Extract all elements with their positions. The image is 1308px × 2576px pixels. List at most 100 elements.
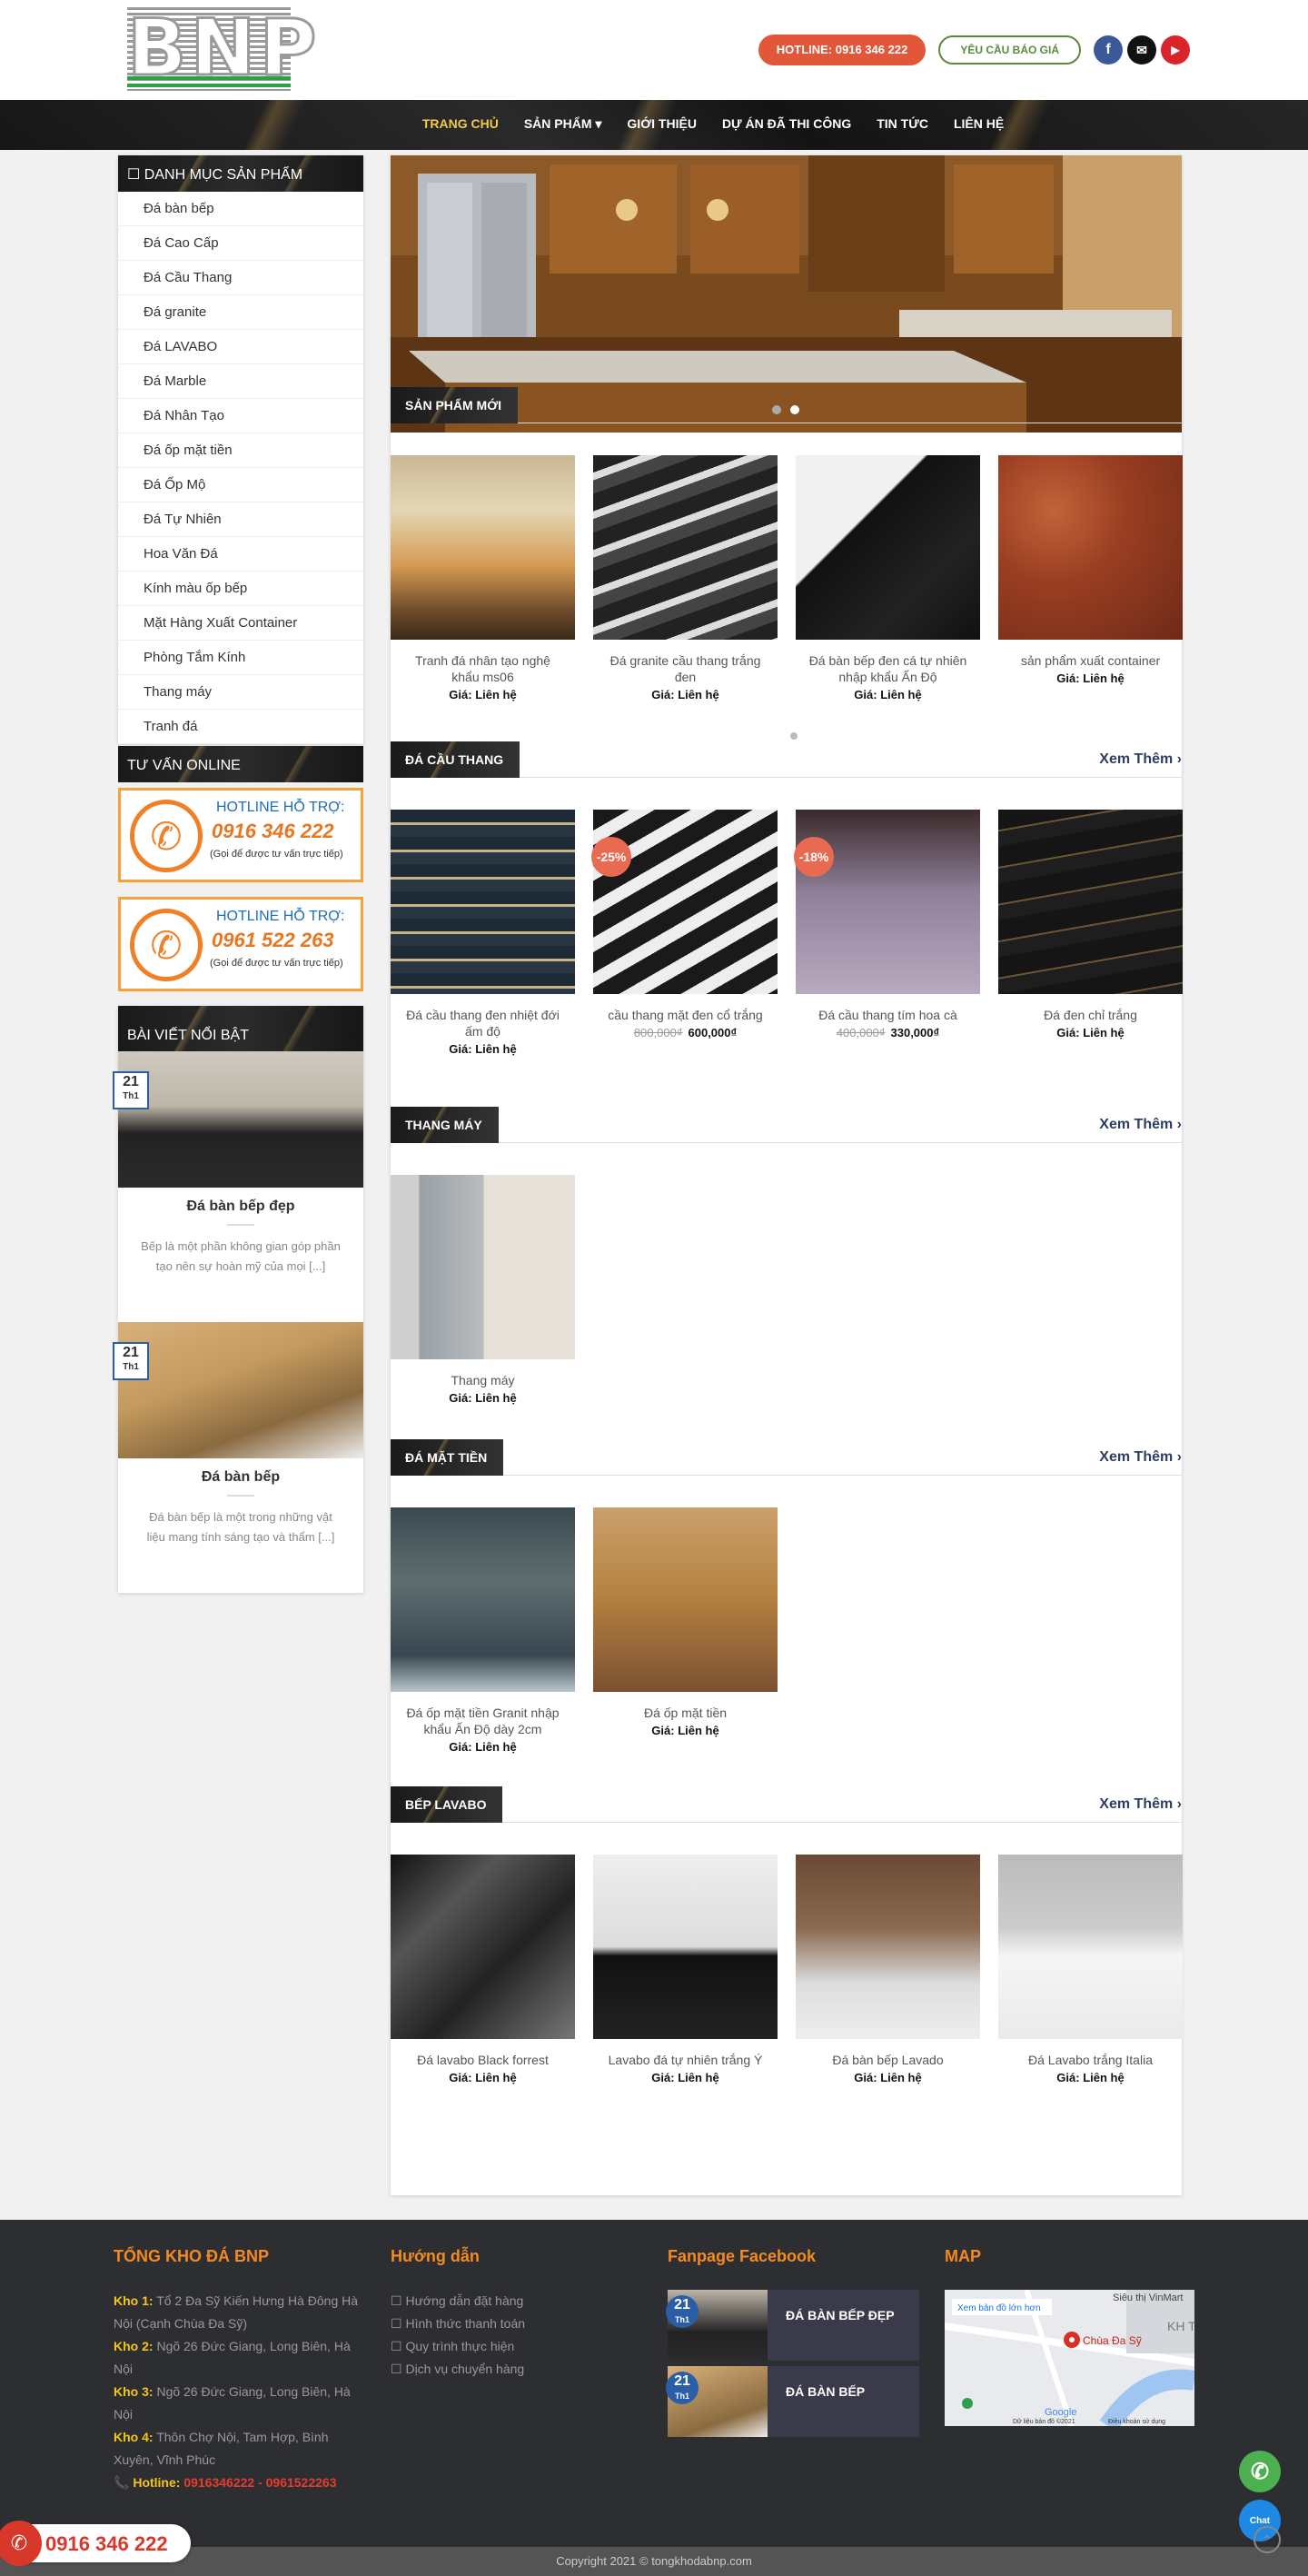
product-name[interactable]: Đá bàn bếp Lavado <box>796 2052 980 2068</box>
category-item[interactable]: Đá Ốp Mộ <box>118 468 363 502</box>
guide-link[interactable]: ☐ Quy trình thực hiện <box>391 2335 627 2358</box>
product-name[interactable]: Đá lavabo Black forrest <box>391 2052 575 2068</box>
facebook-icon[interactable]: f <box>1094 35 1123 65</box>
nav-about[interactable]: GIỚI THIỆU <box>627 116 697 132</box>
product-name[interactable]: Đá đen chỉ trắng <box>998 1007 1183 1023</box>
back-to-top-icon[interactable]: ⌃ <box>1254 2526 1281 2553</box>
featured-post[interactable]: 21 Th1 Đá bàn bếp Đá bàn bếp là một trong n… <box>113 1322 363 1593</box>
product-card[interactable]: Đá Lavabo trắng Italia Giá: Liên hệ <box>998 1855 1183 2084</box>
category-item[interactable]: Thang máy <box>118 675 363 710</box>
product-image[interactable] <box>391 1507 575 1692</box>
category-item[interactable]: Đá LAVABO <box>118 330 363 364</box>
post-image[interactable] <box>118 1051 363 1188</box>
youtube-icon[interactable]: ▶ <box>1161 35 1190 65</box>
product-name[interactable]: Thang máy <box>391 1372 575 1388</box>
product-price: Giá: Liên hệ <box>449 1740 517 1754</box>
product-card[interactable]: Đá cầu thang đen nhiệt đới ấm độ Giá: Liê… <box>391 810 575 1056</box>
category-item[interactable]: Đá Cao Cấp <box>118 226 363 261</box>
post-excerpt: Bếp là một phần không gian góp phần tạo … <box>141 1239 341 1273</box>
product-image[interactable] <box>796 1855 980 2039</box>
product-card[interactable]: -18% Đá cầu thang tím hoa cà 400,000₫ 330,0… <box>794 810 980 1056</box>
product-card[interactable]: Đá lavabo Black forrest Giá: Liên hệ <box>391 1855 575 2084</box>
product-image[interactable] <box>593 1507 778 1692</box>
category-item[interactable]: Đá Tự Nhiên <box>118 502 363 537</box>
hotline-button[interactable]: HOTLINE: 0916 346 222 <box>758 35 926 65</box>
product-card[interactable]: Lavabo đá tự nhiên trắng Ý Giá: Liên hệ <box>593 1855 778 2084</box>
product-name[interactable]: sản phẩm xuất container <box>998 652 1183 669</box>
fanpage-post[interactable]: 21 Th1 ĐÁ BÀN BẾP <box>666 2366 919 2437</box>
view-more-link[interactable]: Xem Thêm › <box>1099 1449 1182 1466</box>
product-name[interactable]: Đá ốp mặt tiền Granit nhập khẩu Ấn Độ dà… <box>391 1705 575 1737</box>
category-item[interactable]: Đá granite <box>118 295 363 330</box>
nav-contact[interactable]: LIÊN HỆ <box>954 116 1004 132</box>
category-item[interactable]: Mặt Hàng Xuất Container <box>118 606 363 641</box>
product-card[interactable]: sản phẩm xuất container Giá: Liên hệ <box>998 455 1183 701</box>
category-item[interactable]: Đá bàn bếp <box>118 192 363 226</box>
map-link[interactable]: Xem bản đồ lớn hơn <box>957 2302 1041 2313</box>
guide-link[interactable]: ☐ Hướng dẫn đặt hàng <box>391 2290 627 2312</box>
post-image[interactable] <box>118 1322 363 1458</box>
quote-button[interactable]: YÊU CẦU BÁO GIÁ <box>938 35 1081 65</box>
category-item[interactable]: Tranh đá <box>118 710 363 744</box>
category-item[interactable]: Đá Nhân Tạo <box>118 399 363 433</box>
view-more-link[interactable]: Xem Thêm › <box>1099 1796 1182 1813</box>
hotline-banner[interactable]: ✆ HOTLINE HỖ TRỢ: 0961 522 263 (Gọi để được… <box>118 897 363 991</box>
product-card[interactable]: Tranh đá nhân tạo nghệ khẩu ms06 Giá: Liê… <box>391 455 575 701</box>
post-title[interactable]: Đá bàn bếp đẹp <box>118 1188 363 1224</box>
product-image[interactable] <box>391 1855 575 2039</box>
category-item[interactable]: Kính màu ốp bếp <box>118 572 363 606</box>
post-title[interactable]: Đá bàn bếp <box>118 1458 363 1495</box>
map-embed[interactable]: Xem bản đồ lớn hơn Chùa Đa Sỹ Siêu thị V… <box>944 2289 1209 2432</box>
product-card[interactable]: Đá bàn bếp đen cá tự nhiên nhập khẩu Ấn … <box>796 455 980 701</box>
product-name[interactable]: cầu thang mặt đen cổ trắng <box>593 1007 778 1023</box>
product-name[interactable]: Đá cầu thang đen nhiệt đới ấm độ <box>391 1007 575 1039</box>
product-card[interactable]: Đá ốp mặt tiền Giá: Liên hệ <box>593 1507 778 1754</box>
mail-icon[interactable]: ✉ <box>1127 35 1156 65</box>
product-card[interactable]: Thang máy Giá: Liên hệ <box>391 1175 575 1405</box>
featured-post[interactable]: 21 Th1 Đá bàn bếp đẹp Bếp là một phần không… <box>113 1051 363 1322</box>
product-name[interactable]: Đá Lavabo trắng Italia <box>998 2052 1183 2068</box>
product-name[interactable]: Đá ốp mặt tiền <box>593 1705 778 1721</box>
logo[interactable]: BNP <box>126 7 318 91</box>
category-item[interactable]: Đá ốp mặt tiền <box>118 433 363 468</box>
guide-link[interactable]: ☐ Dịch vụ chuyển hàng <box>391 2358 627 2381</box>
product-image[interactable] <box>391 810 575 994</box>
category-item[interactable]: Đá Cầu Thang <box>118 261 363 295</box>
product-image[interactable] <box>593 455 778 640</box>
product-image[interactable] <box>796 455 980 640</box>
phone-call-icon[interactable]: ✆ <box>1239 2451 1281 2492</box>
product-image[interactable] <box>593 810 778 994</box>
product-image[interactable] <box>593 1855 778 2039</box>
product-name[interactable]: Lavabo đá tự nhiên trắng Ý <box>593 2052 778 2068</box>
product-name[interactable]: Đá granite cầu thang trắng đen <box>593 652 778 685</box>
call-bar[interactable]: ✆ 0916 346 222 <box>0 2521 191 2566</box>
view-more-link[interactable]: Xem Thêm › <box>1099 751 1182 768</box>
carousel-dot[interactable] <box>790 732 798 740</box>
hotline-banner[interactable]: ✆ HOTLINE HỖ TRỢ: 0916 346 222 (Gọi để được… <box>118 788 363 882</box>
product-image[interactable] <box>391 1175 575 1359</box>
product-image[interactable] <box>391 455 575 640</box>
product-image[interactable] <box>796 810 980 994</box>
product-card[interactable]: -25% cầu thang mặt đen cổ trắng 800,000₫ 60… <box>591 810 778 1056</box>
category-item[interactable]: Hoa Văn Đá <box>118 537 363 572</box>
product-card[interactable]: Đá granite cầu thang trắng đen Giá: Liên … <box>593 455 778 701</box>
product-image[interactable] <box>998 455 1183 640</box>
nav-news[interactable]: TIN TỨC <box>877 116 928 132</box>
product-name[interactable]: Đá cầu thang tím hoa cà <box>796 1007 980 1023</box>
fanpage-post[interactable]: 21 Th1 ĐÁ BÀN BẾP ĐẸP <box>666 2290 919 2361</box>
category-item[interactable]: Phòng Tắm Kính <box>118 641 363 675</box>
product-card[interactable]: Đá bàn bếp Lavado Giá: Liên hệ <box>796 1855 980 2084</box>
product-name[interactable]: Đá bàn bếp đen cá tự nhiên nhập khẩu Ấn … <box>796 652 980 685</box>
product-image[interactable] <box>998 810 1183 994</box>
nav-products[interactable]: SẢN PHẨM ▾ <box>524 116 602 132</box>
footer-hotline[interactable]: 0916346222 - 0961522263 <box>183 2475 336 2490</box>
nav-home[interactable]: TRANG CHỦ <box>422 116 499 132</box>
product-card[interactable]: Đá ốp mặt tiền Granit nhập khẩu Ấn Độ dà… <box>391 1507 575 1754</box>
view-more-link[interactable]: Xem Thêm › <box>1099 1117 1182 1133</box>
product-name[interactable]: Tranh đá nhân tạo nghệ khẩu ms06 <box>391 652 575 685</box>
guide-link[interactable]: ☐ Hình thức thanh toán <box>391 2312 627 2335</box>
category-item[interactable]: Đá Marble <box>118 364 363 399</box>
nav-projects[interactable]: DỰ ÁN ĐÃ THI CÔNG <box>722 116 851 132</box>
product-card[interactable]: Đá đen chỉ trắng Giá: Liên hệ <box>998 810 1183 1056</box>
product-image[interactable] <box>998 1855 1183 2039</box>
